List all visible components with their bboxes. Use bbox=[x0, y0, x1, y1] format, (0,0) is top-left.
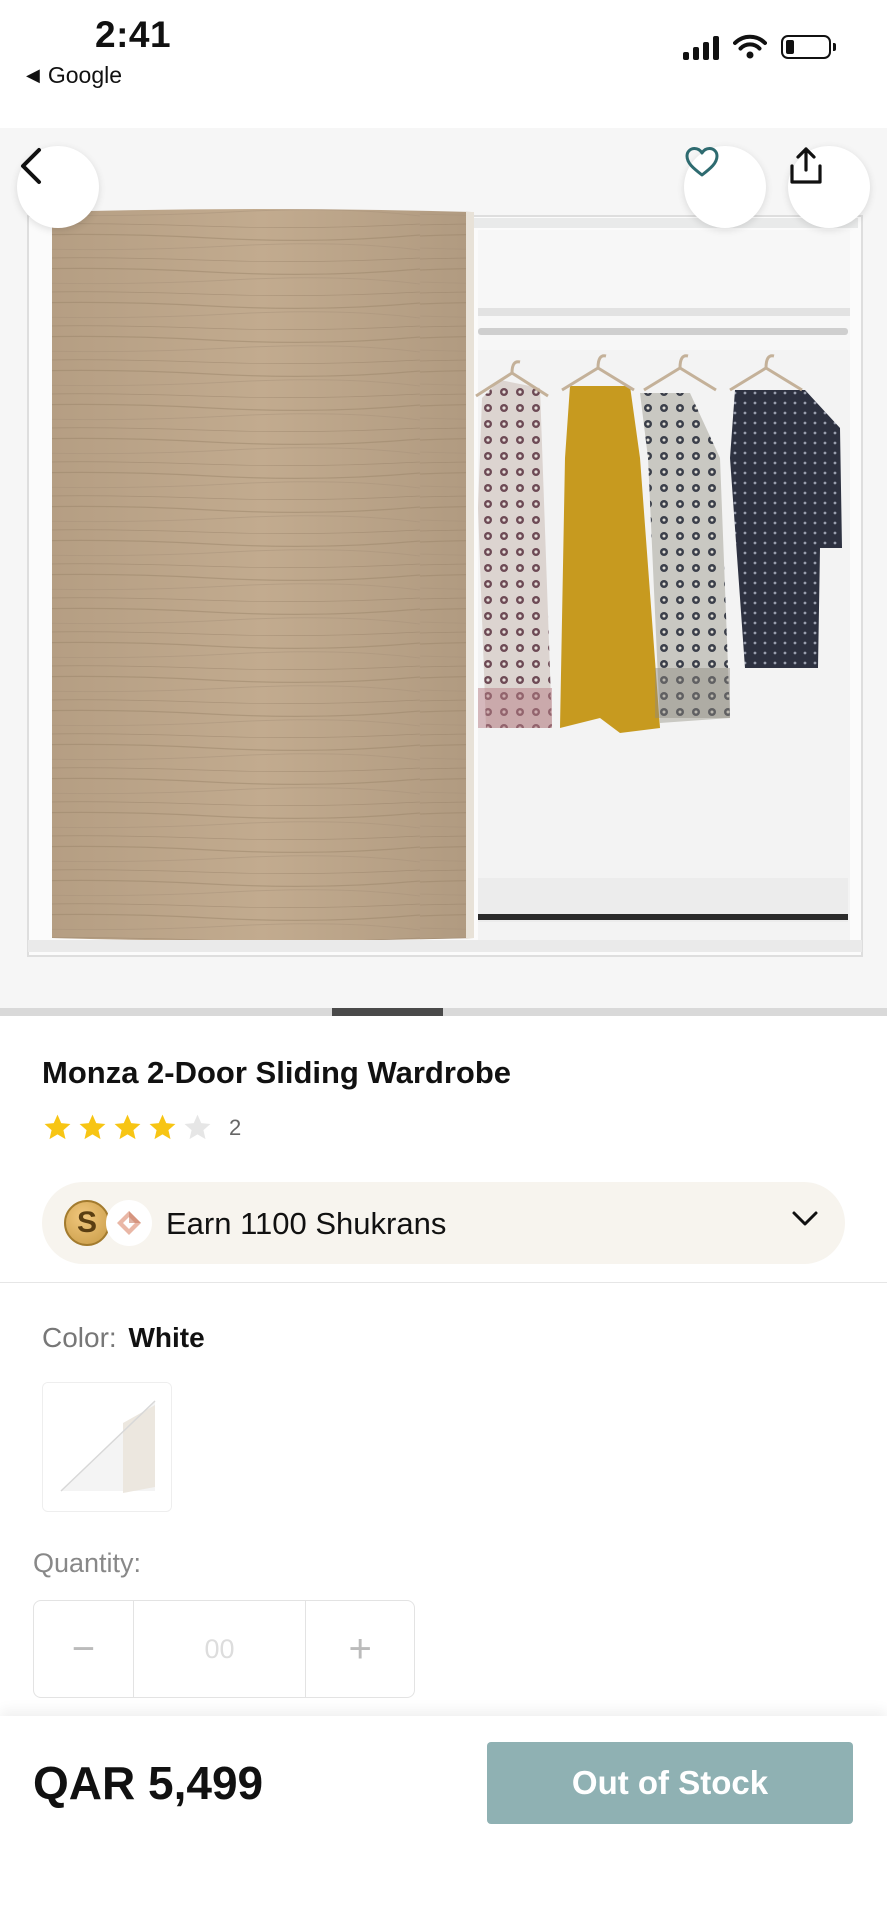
share-icon bbox=[790, 147, 822, 184]
color-label: Color: bbox=[42, 1322, 117, 1353]
shukran-diamond-icon bbox=[106, 1200, 152, 1246]
star-empty-icon bbox=[184, 1114, 211, 1140]
quantity-increase-button[interactable]: + bbox=[306, 1601, 414, 1697]
shukran-label: Earn 1100 Shukrans bbox=[166, 1206, 447, 1241]
color-selector-label: Color: White bbox=[42, 1322, 205, 1354]
shukran-coin-icon: S bbox=[64, 1200, 110, 1246]
chevron-left-icon bbox=[21, 148, 41, 184]
status-icons bbox=[683, 34, 836, 60]
wardrobe-product-image bbox=[27, 209, 863, 957]
color-swatch-white[interactable] bbox=[42, 1382, 172, 1512]
star-icon bbox=[149, 1114, 176, 1140]
wishlist-button[interactable] bbox=[684, 146, 766, 228]
shukran-rewards-banner[interactable]: S Earn 1100 Shukrans bbox=[42, 1182, 845, 1264]
purchase-bar: QAR 5,499 Out of Stock bbox=[0, 1716, 887, 1920]
back-arrow-icon: ◀ bbox=[26, 65, 40, 85]
quantity-value[interactable]: 00 bbox=[132, 1601, 307, 1697]
chevron-down-icon bbox=[792, 1211, 818, 1226]
back-button[interactable] bbox=[17, 146, 99, 228]
share-button[interactable] bbox=[788, 146, 870, 228]
cellular-signal-icon bbox=[683, 34, 719, 60]
quantity-label: Quantity: bbox=[33, 1548, 142, 1578]
swatch-thumbnail-image bbox=[43, 1383, 171, 1511]
star-icon bbox=[114, 1114, 141, 1140]
status-time: 2:41 bbox=[95, 14, 172, 55]
review-count: 2 bbox=[229, 1114, 242, 1140]
star-icon bbox=[79, 1114, 106, 1140]
product-image-gallery[interactable] bbox=[0, 128, 887, 1008]
product-title: Monza 2-Door Sliding Wardrobe bbox=[42, 1055, 512, 1090]
quantity-decrease-button[interactable]: − bbox=[34, 1601, 133, 1697]
back-app-label: Google bbox=[47, 62, 123, 88]
battery-icon bbox=[781, 35, 836, 59]
heart-icon bbox=[685, 147, 719, 177]
product-price: QAR 5,499 bbox=[33, 1757, 264, 1809]
back-to-app-link[interactable]: ◀ Google bbox=[26, 62, 122, 89]
status-bar: 2:41 ◀ Google bbox=[0, 0, 887, 128]
product-rating[interactable]: 2 bbox=[42, 1112, 241, 1143]
out-of-stock-button[interactable]: Out of Stock bbox=[487, 1742, 853, 1824]
quantity-stepper[interactable]: − 00 + bbox=[33, 1600, 415, 1698]
wifi-icon bbox=[733, 34, 767, 59]
color-value: White bbox=[128, 1322, 205, 1353]
section-divider bbox=[0, 1282, 887, 1283]
star-icon bbox=[44, 1114, 71, 1140]
image-pager[interactable] bbox=[0, 1008, 887, 1016]
image-pager-active-indicator bbox=[332, 1008, 443, 1016]
